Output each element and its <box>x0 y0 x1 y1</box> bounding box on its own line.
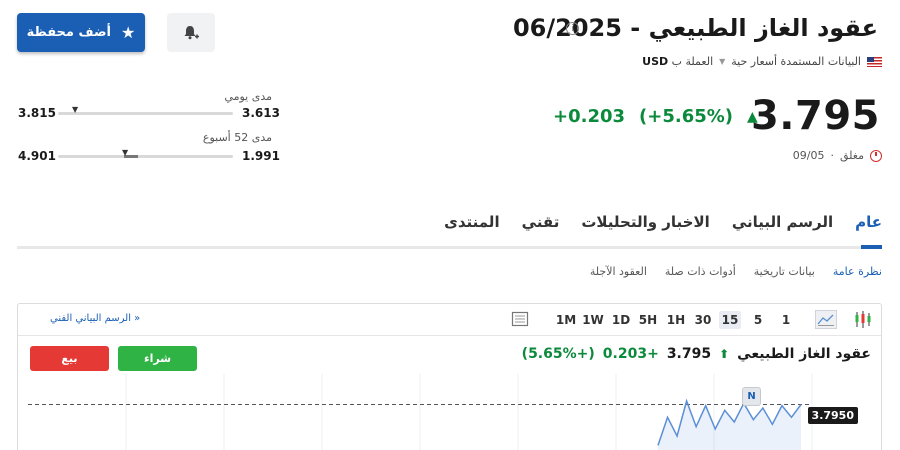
chart-price: 3.795 <box>666 346 712 362</box>
week52-range-bar: ▼ <box>58 148 233 158</box>
timeframe-30[interactable]: 30 <box>692 311 714 329</box>
chart-header: عقود الغاز الطبيعي ⬆ 3.795 +0.203 (+5.65… <box>522 346 871 362</box>
clock-icon <box>870 149 882 162</box>
last-price-tag: 3.7950 <box>807 407 858 424</box>
star-icon: ★ <box>121 23 136 42</box>
dropdown-caret-icon[interactable]: ▼ <box>719 57 725 66</box>
buy-button[interactable]: شراء <box>118 346 197 371</box>
change-percent: (+5.65%) <box>639 106 734 127</box>
subtab-related-instruments[interactable]: أدوات ذات صلة <box>665 265 736 278</box>
sell-button[interactable]: بيع <box>30 346 109 371</box>
change-value: +0.203 <box>553 106 626 127</box>
subtab-historical-data[interactable]: بيانات تاريخية <box>754 265 815 278</box>
tab-forum[interactable]: المنتدى <box>444 213 500 231</box>
market-status-label: مغلق <box>839 149 864 162</box>
timeframe-1w[interactable]: 1W <box>582 311 604 329</box>
timeframe-1[interactable]: 1 <box>775 311 797 329</box>
currency-code: USD <box>642 55 669 68</box>
daily-range-marker-icon: ▼ <box>72 105 79 114</box>
timeframe-1d[interactable]: 1D <box>610 311 632 329</box>
status-separator: · <box>830 149 834 162</box>
market-date: 09/05 <box>792 149 825 162</box>
create-alert-button[interactable] <box>167 13 215 52</box>
subtab-overview[interactable]: نظرة عامة <box>833 265 882 278</box>
up-arrow-icon: ▲ <box>747 108 758 125</box>
chart-change: +0.203 <box>602 346 659 362</box>
tab-chart[interactable]: الرسم البياني <box>732 213 833 231</box>
chart-toolbar: الرسم البياني الفني » 1M 1W 1D 5H 1H 30 … <box>18 304 881 336</box>
area-chart-type-icon[interactable] <box>815 310 837 333</box>
week52-range-label: مدى 52 أسبوع <box>202 131 272 144</box>
realtime-label: البيانات المستمدة أسعار حية <box>731 55 861 68</box>
info-icon[interactable]: i <box>566 22 579 35</box>
price-chart[interactable] <box>18 374 881 450</box>
timeframe-5[interactable]: 5 <box>747 311 769 329</box>
subtab-futures-contracts[interactable]: العقود الآجلة <box>590 265 647 278</box>
tab-technical[interactable]: تقني <box>522 213 560 231</box>
chart-settings-icon[interactable] <box>511 310 529 332</box>
market-status: مغلق · 09/05 <box>793 149 882 162</box>
timeframe-1m-month[interactable]: 1M <box>555 311 577 329</box>
chart-instrument-name: عقود الغاز الطبيعي <box>737 346 871 362</box>
main-tabs: عام الرسم البياني الاخبار والتحليلات تقن… <box>444 213 882 231</box>
chart-change-percent: (+5.65%) <box>521 346 595 362</box>
currency-info: العملة ب USD <box>642 55 713 68</box>
bell-plus-icon <box>184 25 199 39</box>
tabs-divider <box>17 246 882 249</box>
timeframe-5h[interactable]: 5H <box>637 311 659 329</box>
technical-chart-link[interactable]: الرسم البياني الفني » <box>50 313 140 324</box>
daily-range-bar: ▼ <box>58 105 233 115</box>
active-tab-indicator <box>861 245 882 249</box>
add-watchlist-button[interactable]: أضف محفظة ★ <box>17 13 145 52</box>
week52-range-high: 4.901 <box>18 149 56 163</box>
currency-label: العملة ب <box>671 55 714 68</box>
us-flag-icon <box>867 56 882 67</box>
week52-range-marker-icon: ▼ <box>122 148 129 157</box>
quote-meta: البيانات المستمدة أسعار حية ▼ العملة ب U… <box>642 55 882 68</box>
daily-range-low: 3.613 <box>242 106 280 120</box>
week52-range-low: 1.991 <box>242 149 280 163</box>
chart-panel: الرسم البياني الفني » 1M 1W 1D 5H 1H 30 … <box>17 303 882 450</box>
candlestick-chart-type-icon[interactable] <box>854 310 872 333</box>
daily-range-high: 3.815 <box>18 106 56 120</box>
last-price: 3.795 <box>750 93 880 139</box>
sub-tabs: نظرة عامة بيانات تاريخية أدوات ذات صلة ا… <box>590 265 882 278</box>
daily-range-label: مدى يومي <box>224 90 272 103</box>
up-arrow-icon: ⬆ <box>719 347 730 361</box>
price-change: +0.203 (+5.65%) ▲ <box>553 106 758 127</box>
add-watchlist-label: أضف محفظة <box>26 25 111 40</box>
timeframe-15[interactable]: 15 <box>719 311 741 329</box>
tab-overview[interactable]: عام <box>855 213 882 231</box>
timeframe-1h[interactable]: 1H <box>665 311 687 329</box>
news-marker[interactable]: N <box>742 387 761 406</box>
tab-news-analysis[interactable]: الاخبار والتحليلات <box>581 213 709 231</box>
